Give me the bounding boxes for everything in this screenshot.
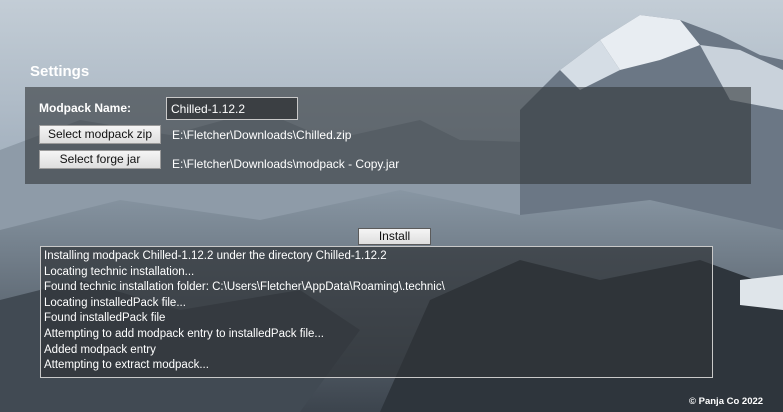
log-line: Attempting to add modpack entry to insta… bbox=[44, 327, 324, 340]
install-button[interactable]: Install bbox=[358, 228, 431, 245]
log-line: Attempting to extract modpack... bbox=[44, 359, 209, 372]
zip-path-text: E:\Fletcher\Downloads\Chilled.zip bbox=[172, 128, 352, 142]
install-log[interactable]: Installing modpack Chilled-1.12.2 under … bbox=[40, 246, 713, 378]
select-forge-jar-button[interactable]: Select forge jar bbox=[39, 150, 161, 169]
select-modpack-zip-button[interactable]: Select modpack zip bbox=[39, 125, 161, 144]
modpack-name-input[interactable] bbox=[166, 97, 298, 120]
log-line: Installing modpack Chilled-1.12.2 under … bbox=[44, 250, 387, 262]
modpack-name-label: Modpack Name: bbox=[39, 101, 132, 115]
log-line: Added modpack entry bbox=[44, 343, 156, 356]
settings-title: Settings bbox=[30, 63, 90, 80]
log-line: Found installedPack file bbox=[44, 312, 166, 325]
forge-jar-path-text: E:\Fletcher\Downloads\modpack - Copy.jar bbox=[172, 157, 400, 171]
log-line: Locating installedPack file... bbox=[44, 296, 186, 309]
log-line: Found technic installation folder: C:\Us… bbox=[44, 281, 445, 294]
copyright-text: © Panja Co 2022 bbox=[689, 396, 764, 407]
log-line: Locating technic installation... bbox=[44, 265, 195, 278]
